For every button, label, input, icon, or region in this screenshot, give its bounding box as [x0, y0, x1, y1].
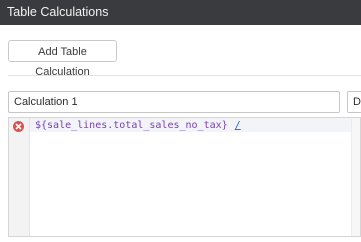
divider — [8, 75, 361, 76]
add-table-calculation-button[interactable]: Add Table Calculation — [8, 40, 117, 78]
panel-title: Table Calculations — [0, 0, 361, 25]
editor-scrollbar[interactable] — [351, 118, 360, 236]
expression-code-line[interactable]: ${sale_lines.total_sales_no_tax} / — [35, 119, 241, 132]
calculation-name-input[interactable] — [8, 91, 340, 113]
expression-editor[interactable]: ${sale_lines.total_sales_no_tax} / — [8, 117, 361, 237]
expression-operator: / — [234, 120, 241, 131]
format-dropdown[interactable]: De — [347, 91, 361, 113]
error-circle-icon — [13, 121, 24, 132]
editor-gutter — [9, 118, 30, 236]
expression-text: ${sale_lines.total_sales_no_tax} — [35, 120, 228, 131]
